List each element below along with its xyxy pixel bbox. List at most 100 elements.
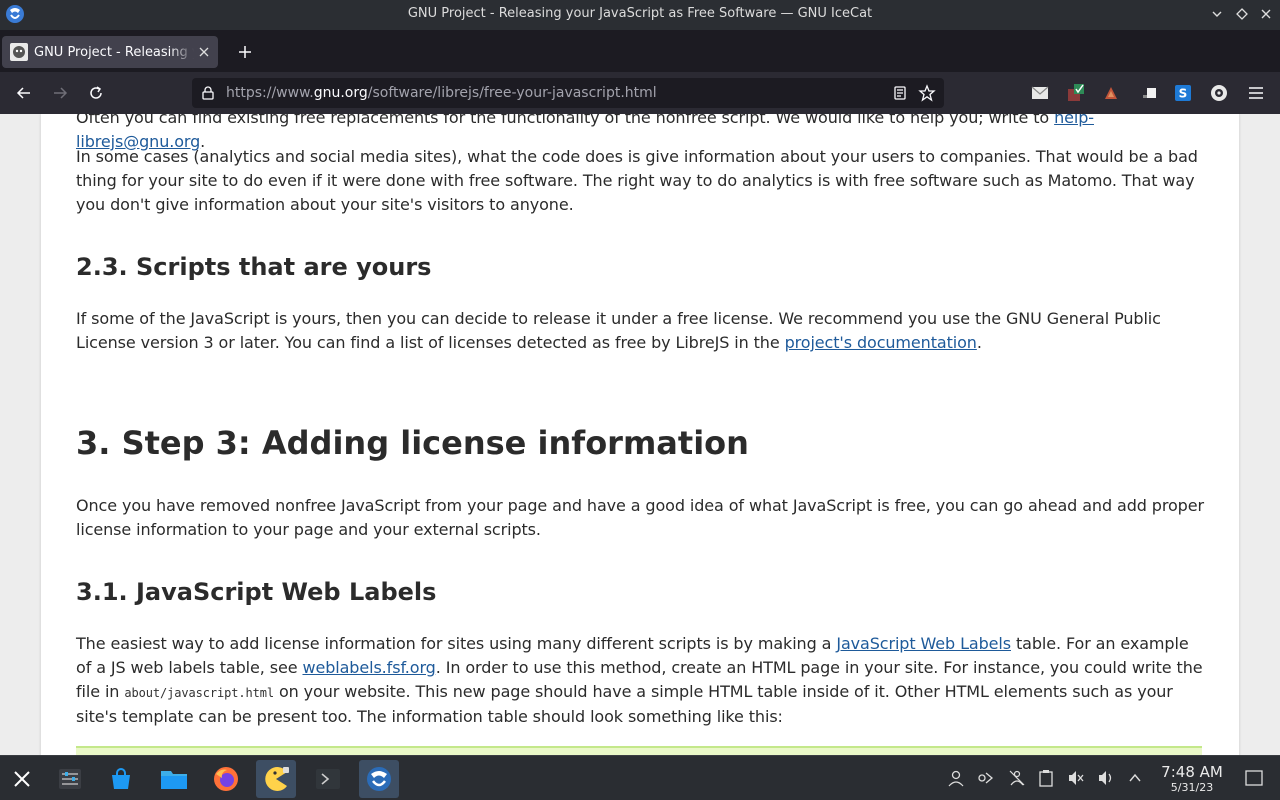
mail-extension-button[interactable] (1029, 82, 1051, 104)
reload-icon (90, 86, 102, 99)
heading-3-1: 3.1. JavaScript Web Labels (76, 578, 437, 606)
gnu-favicon-icon (10, 43, 28, 61)
close-icon (1261, 9, 1271, 19)
user-icon (948, 770, 964, 787)
tab-strip: GNU Project - Releasing your JavaScript … (0, 30, 1280, 72)
muted-volume-tray-button[interactable] (1065, 767, 1087, 789)
paragraph-step3-intro: Once you have removed nonfree JavaScript… (76, 496, 1204, 539)
chevron-up-icon (1129, 773, 1141, 782)
app-launcher-icon (14, 771, 30, 787)
javascript-web-labels-link[interactable]: JavaScript Web Labels (836, 634, 1011, 653)
system-settings-button[interactable] (50, 760, 90, 798)
hamburger-menu-icon (1249, 87, 1263, 99)
square-extension-icon (1143, 88, 1156, 98)
page-viewport[interactable]: Often you can find existing free replace… (0, 114, 1280, 755)
app-launcher-button[interactable] (2, 760, 42, 798)
show-hidden-tray-button[interactable] (1124, 767, 1146, 789)
tab-close-button[interactable] (196, 44, 212, 60)
fire-extension-icon (1105, 87, 1117, 99)
close-window-button[interactable] (1257, 5, 1275, 23)
show-desktop-icon (1245, 770, 1263, 786)
forward-button[interactable] (49, 82, 71, 104)
eye-icon (1211, 85, 1227, 101)
back-button[interactable] (13, 82, 35, 104)
speaker-muted-icon (1069, 771, 1084, 785)
privacy-extension-button[interactable] (1208, 82, 1230, 104)
system-settings-icon (59, 769, 81, 789)
close-icon (199, 47, 209, 57)
icecat-button[interactable] (359, 760, 399, 798)
pacman-game-button[interactable] (256, 760, 296, 798)
page-body: Often you can find existing free replace… (41, 114, 1239, 755)
user-tray-button[interactable] (945, 767, 967, 789)
bookmark-star-icon[interactable] (918, 84, 936, 102)
s-extension-button[interactable]: S (1172, 82, 1194, 104)
new-tab-button[interactable] (234, 41, 256, 63)
https-extension-button[interactable] (1100, 82, 1122, 104)
firefox-icon (214, 767, 238, 791)
code-block (76, 746, 1202, 755)
tab-label: GNU Project - Releasing your JavaScript … (34, 44, 194, 60)
connect-icon (978, 772, 994, 784)
heading-2-3: 2.3. Scripts that are yours (76, 253, 432, 281)
arrow-left-icon (16, 87, 30, 99)
navigation-toolbar: https://www.gnu.org/software/librejs/fre… (0, 72, 1280, 114)
librejs-extension-button[interactable] (1065, 82, 1087, 104)
clock[interactable]: 7:48 AM 5/31/23 (1152, 764, 1232, 795)
minimize-button[interactable] (1208, 5, 1226, 23)
terminal-button[interactable] (308, 760, 348, 798)
paragraph-text: Often you can find existing free replace… (76, 114, 1055, 127)
show-desktop-button[interactable] (1243, 767, 1265, 789)
network-tray-button[interactable] (1006, 767, 1028, 789)
chevron-down-icon (1212, 11, 1222, 17)
paragraph-end: . (976, 333, 982, 352)
firefox-button[interactable] (206, 760, 246, 798)
paragraph-text: The easiest way to add license informati… (76, 634, 837, 653)
lock-icon[interactable] (200, 85, 216, 101)
network-icon (1009, 770, 1025, 786)
clipboard-icon (1039, 770, 1053, 787)
extension-square-button[interactable] (1139, 82, 1161, 104)
window-title: GNU Project - Releasing your JavaScript … (407, 6, 873, 21)
heading-3: 3. Step 3: Adding license information (76, 424, 749, 462)
window-titlebar[interactable]: GNU Project - Releasing your JavaScript … (0, 0, 1280, 30)
menu-button[interactable] (1245, 82, 1267, 104)
discover-store-icon (112, 768, 130, 789)
inline-code-path: about/javascript.html (124, 686, 274, 700)
icecat-icon (367, 767, 391, 791)
url-prefix: https://www. (226, 85, 314, 101)
terminal-icon (316, 769, 340, 789)
clock-time: 7:48 AM (1161, 763, 1223, 781)
reader-view-icon[interactable] (892, 85, 908, 101)
project-documentation-link[interactable]: project's documentation (785, 333, 977, 352)
paragraph-analytics: In some cases (analytics and social medi… (76, 147, 1198, 214)
s-extension-icon: S (1175, 85, 1191, 101)
diamond-icon (1236, 8, 1248, 20)
volume-tray-button[interactable] (1095, 767, 1117, 789)
file-manager-button[interactable] (154, 760, 194, 798)
tab-active[interactable]: GNU Project - Releasing your JavaScript … (2, 36, 218, 68)
mail-icon (1031, 86, 1049, 99)
url-bar[interactable]: https://www.gnu.org/software/librejs/fre… (192, 78, 944, 108)
taskbar: 7:48 AM 5/31/23 (0, 755, 1280, 800)
speaker-icon (1099, 771, 1112, 785)
librejs-icon (1068, 84, 1084, 101)
svg-text:S: S (1179, 87, 1188, 101)
paragraph-web-labels: The easiest way to add license informati… (76, 632, 1206, 729)
arrow-right-icon (54, 87, 68, 99)
pacman-game-icon (265, 767, 289, 791)
kdeconnect-tray-button[interactable] (975, 767, 997, 789)
clipboard-tray-button[interactable] (1035, 767, 1057, 789)
paragraph-text: If some of the JavaScript is yours, then… (76, 309, 1161, 352)
discover-store-button[interactable] (101, 760, 141, 798)
maximize-button[interactable] (1233, 5, 1251, 23)
reload-button[interactable] (85, 82, 107, 104)
paragraph-scripts-yours: If some of the JavaScript is yours, then… (76, 307, 1206, 355)
plus-icon (239, 46, 251, 58)
url-host: gnu.org (313, 85, 368, 101)
url-path: /software/librejs/free-your-javascript.h… (367, 85, 657, 101)
file-manager-icon (161, 771, 187, 789)
url-text[interactable]: https://www.gnu.org/software/librejs/fre… (226, 85, 657, 101)
weblabels-fsf-link[interactable]: weblabels.fsf.org (302, 658, 435, 677)
clock-date: 5/31/23 (1170, 781, 1214, 794)
